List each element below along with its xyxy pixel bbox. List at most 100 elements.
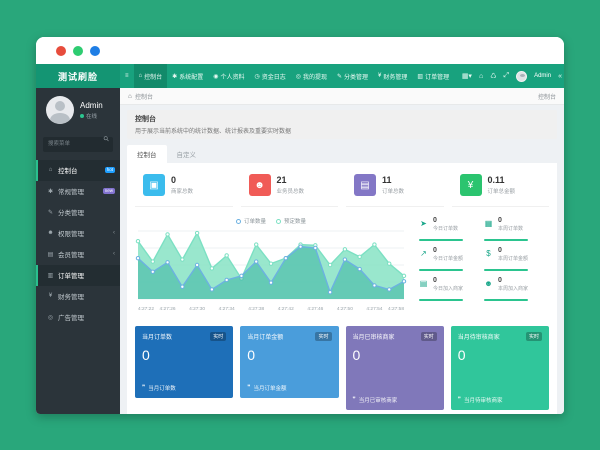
legend-marker-icon xyxy=(276,219,281,224)
trash-icon[interactable]: ♺ xyxy=(490,72,496,80)
yen-icon: ¥ xyxy=(47,293,54,299)
stat-text: 11订单总数 xyxy=(382,175,404,195)
topnav-item-控制台[interactable]: ⌂控制台 xyxy=(134,64,168,88)
comment-icon: ❞ xyxy=(458,396,461,403)
topnav-item-财务管理[interactable]: ¥财务管理 xyxy=(373,64,412,88)
legend-label: 预定数量 xyxy=(284,217,306,225)
card-footer: ❞当月待审核商家 xyxy=(458,390,542,404)
online-dot-icon xyxy=(80,114,84,118)
avatar[interactable] xyxy=(46,96,74,124)
mini-stat-label: 本周加入商家 xyxy=(498,285,528,292)
sidebar-item-label: 订单管理 xyxy=(58,270,84,280)
topnav-item-我的提现[interactable]: ◎我的提现 xyxy=(291,64,332,88)
comment-icon: ❞ xyxy=(353,396,356,403)
cart-icon: ▦ xyxy=(484,219,493,228)
clock-icon: ◷ xyxy=(254,73,259,80)
browser-topbar xyxy=(36,37,564,64)
mini-underline xyxy=(484,239,528,241)
avatar[interactable] xyxy=(516,71,527,82)
mini-stat-label: 今日加入商家 xyxy=(433,285,463,292)
topnav-item-资金日志[interactable]: ◷资金日志 xyxy=(249,64,290,88)
stat-label: 商家总数 xyxy=(171,187,193,195)
stat-value: 11 xyxy=(382,175,404,185)
tab-自定义[interactable]: 自定义 xyxy=(167,145,207,163)
summary-card-当月订单数: 当月订单数实时0❞当月订单数 xyxy=(135,326,233,398)
svg-text:4:27:26: 4:27:26 xyxy=(160,306,176,312)
mini-stat-本周订单数: ▦ 0本周订单数 xyxy=(484,217,549,247)
home-icon[interactable]: ⌂ xyxy=(479,73,483,80)
svg-text:4:27:38: 4:27:38 xyxy=(248,306,264,312)
close-button[interactable] xyxy=(56,46,66,56)
sidebar: Admin 在线 ⚲ ⌂控制台hot✱常规管理new✎分类管理☻权限管理‹▤会员… xyxy=(36,88,120,414)
card-value: 0 xyxy=(247,347,331,363)
minimize-button[interactable] xyxy=(73,46,83,56)
tab-控制台[interactable]: 控制台 xyxy=(127,145,167,163)
maximize-button[interactable] xyxy=(90,46,100,56)
sidebar-menu: ⌂控制台hot✱常规管理new✎分类管理☻权限管理‹▤会员管理‹▥订单管理 ¥ 财务… xyxy=(36,160,120,328)
users-icon: ☻ xyxy=(47,230,54,236)
sidebar-item-财务管理[interactable]: ¥ 财务管理 xyxy=(36,286,120,307)
svg-text:4:27:58: 4:27:58 xyxy=(388,306,404,312)
topnav-label: 资金日志 xyxy=(262,72,286,81)
card-title: 当月已审核商家 xyxy=(353,332,395,341)
mini-text: 0本周订单金额 xyxy=(498,247,528,262)
chart-canvas: 4:27:224:27:264:27:304:27:344:27:384:27:… xyxy=(135,227,407,318)
mini-underline xyxy=(484,269,528,271)
chart-legend: 订单数量 预定数量 xyxy=(135,217,407,225)
card-footer-label: 当月订单数 xyxy=(148,384,176,392)
sidebar-item-分类管理[interactable]: ✎分类管理 xyxy=(36,202,120,223)
sidebar-item-订单管理[interactable]: ▥订单管理 xyxy=(36,265,120,286)
svg-text:4:27:22: 4:27:22 xyxy=(138,306,154,312)
home-icon: ⌂ xyxy=(139,73,143,79)
topnav-label: 个人资料 xyxy=(220,72,244,81)
mini-stat-value: 0 xyxy=(498,247,528,254)
card-footer-label: 当月待审核商家 xyxy=(464,396,503,404)
header-user-name[interactable]: Admin xyxy=(534,73,551,79)
users-icon: ☻ xyxy=(249,174,271,196)
legend-label: 订单数量 xyxy=(244,217,266,225)
legend-item-预定数量[interactable]: 预定数量 xyxy=(276,217,306,225)
sidebar-item-广告管理[interactable]: ◎广告管理 xyxy=(36,307,120,328)
stat-label: 业务员总数 xyxy=(277,187,305,195)
yen-icon: ¥ xyxy=(460,174,482,196)
topnav-item-分类管理[interactable]: ✎分类管理 xyxy=(332,64,373,88)
summary-card-当月已审核商家: 当月已审核商家实时0❞当月已审核商家 xyxy=(346,326,444,410)
expand-icon[interactable]: ⤢ xyxy=(503,72,509,80)
idcard-icon: ▤ xyxy=(47,251,54,258)
legend-item-订单数量[interactable]: 订单数量 xyxy=(236,217,266,225)
card-title: 当月待审核商家 xyxy=(458,332,500,341)
comment-icon: ❞ xyxy=(142,384,145,391)
bottom-cards-row: 当月订单数实时0❞当月订单数当月订单金额实时0❞当月订单金额当月已审核商家实时0… xyxy=(135,326,549,410)
card-value: 0 xyxy=(458,347,542,363)
stat-text: 0.11订单总金额 xyxy=(488,175,516,195)
mini-text: 0今日订单数 xyxy=(433,217,458,232)
breadcrumb-right: 控制台 xyxy=(538,92,556,101)
mini-text: 0本周订单数 xyxy=(498,217,523,232)
user-name: Admin xyxy=(80,101,103,110)
sidebar-item-常规管理[interactable]: ✱常规管理new xyxy=(36,181,120,202)
sidebar-item-权限管理[interactable]: ☻权限管理‹ xyxy=(36,223,120,244)
topnav-item-订单管理[interactable]: ▥订单管理 xyxy=(412,64,454,88)
sidebar-item-label: 财务管理 xyxy=(58,291,84,301)
sidebar-item-会员管理[interactable]: ▤会员管理‹ xyxy=(36,244,120,265)
realtime-badge: 实时 xyxy=(315,332,331,341)
topnav-label: 财务管理 xyxy=(383,72,407,81)
card-value: 0 xyxy=(353,347,437,363)
mini-underline xyxy=(484,299,528,301)
breadcrumb: ⌂ 控制台 控制台 xyxy=(120,88,564,105)
topnav-item-menu[interactable]: ≡ xyxy=(120,64,134,88)
topnav-item-系统配置[interactable]: ✱系统配置 xyxy=(167,64,208,88)
grid-caret-icon[interactable]: ▦▾ xyxy=(462,72,472,80)
svg-text:4:27:50: 4:27:50 xyxy=(337,306,353,312)
mini-stat-本周加入商家: ☻0本周加入商家 xyxy=(484,277,549,307)
app-header: 测试刷脸 ≡⌂控制台✱系统配置◉个人资料◷资金日志◎我的提现✎分类管理¥财务管理… xyxy=(36,64,564,88)
share-icon[interactable]: « xyxy=(558,73,562,80)
mini-underline xyxy=(419,269,463,271)
mini-stat-今日订单数: ➤0今日订单数 xyxy=(419,217,484,247)
sidebar-item-控制台[interactable]: ⌂控制台hot xyxy=(36,160,120,181)
mini-text: 0今日订单金额 xyxy=(433,247,463,262)
sidebar-item-label: 广告管理 xyxy=(58,312,84,322)
stat-card-商家总数: ▣0商家总数 xyxy=(135,170,233,207)
topnav-item-个人资料[interactable]: ◉个人资料 xyxy=(208,64,249,88)
file-icon: ▤ xyxy=(354,174,376,196)
